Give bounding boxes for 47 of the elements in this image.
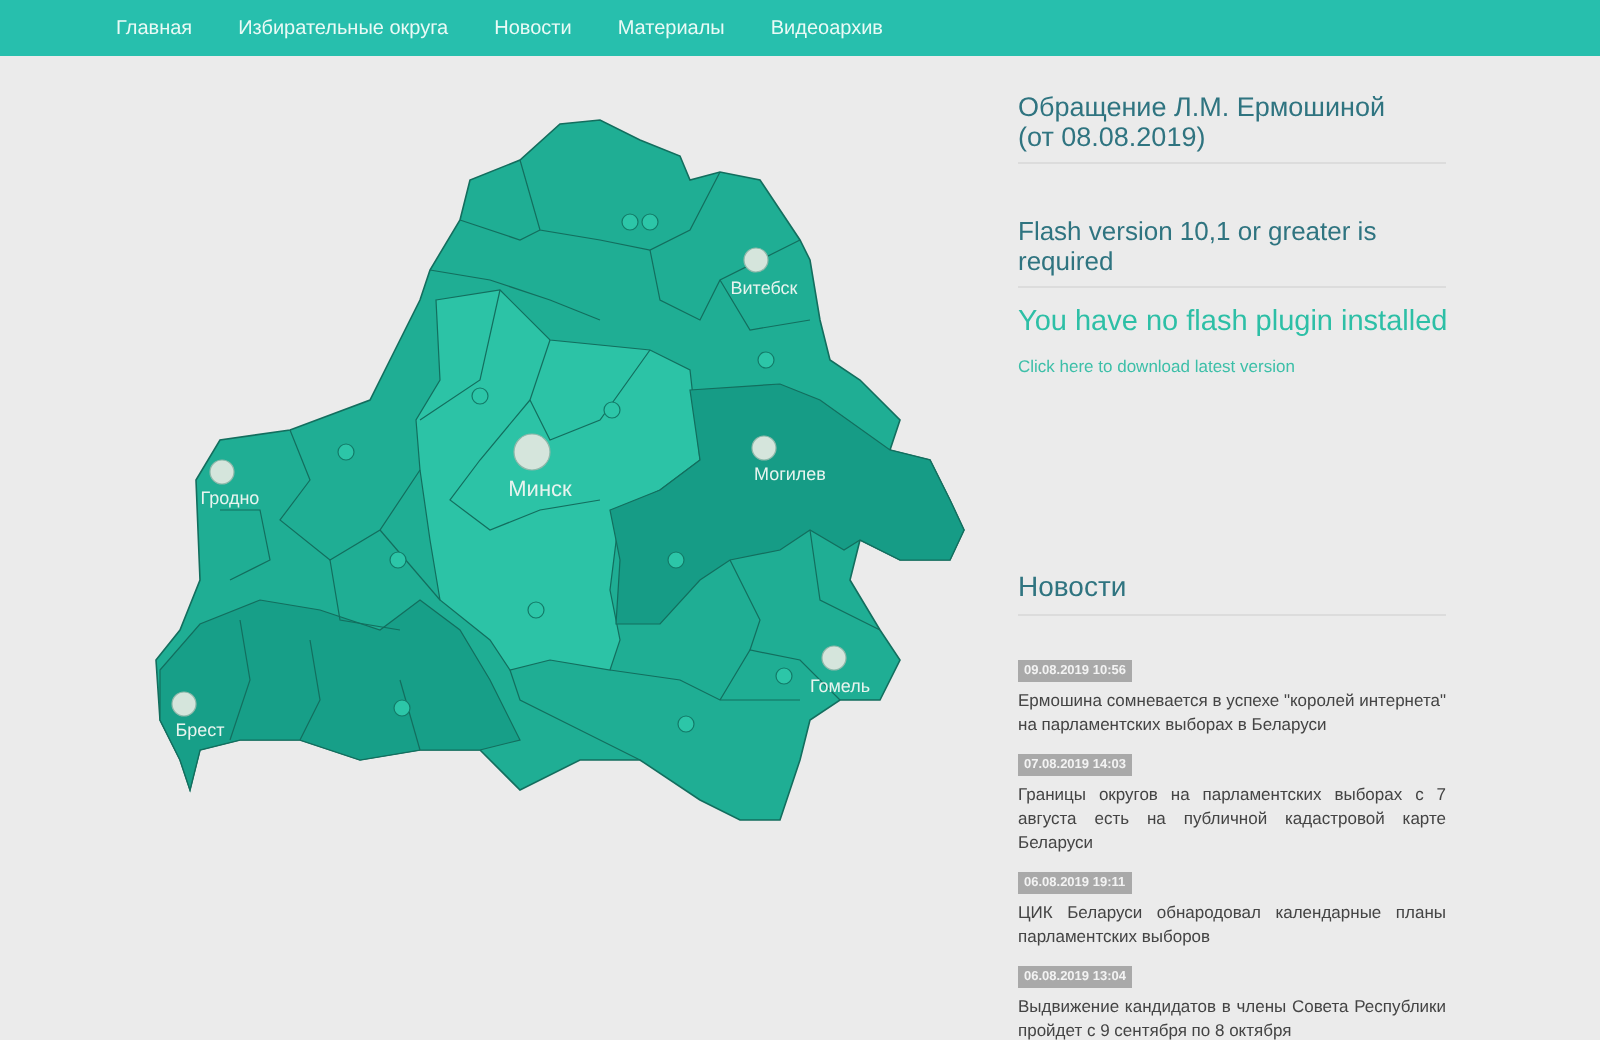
nav-link[interactable]: Видеоархив [770,17,883,39]
news-headline[interactable]: ЦИК Беларуси обнародовал календарные планы парламентских выборов [1018,900,1446,948]
district-marker-icon[interactable] [667,551,685,569]
nav-link[interactable]: Материалы [617,17,725,39]
district-marker-icon[interactable] [641,213,659,231]
district-border-line [219,509,271,581]
city-marker-icon[interactable] [513,433,551,471]
region-area[interactable] [159,599,521,793]
district-marker-icon[interactable] [757,351,775,369]
district-border-line [529,339,651,441]
city-label: Могилев [754,464,826,484]
district-marker-icon[interactable] [527,601,545,619]
region-area[interactable] [609,383,965,625]
city-marker-icon[interactable] [209,459,235,485]
region-area[interactable] [415,289,701,671]
nav-link[interactable]: Избирательные округа [238,17,449,39]
nav-link[interactable]: Главная [116,17,193,39]
district-border-line [229,619,251,741]
district-marker-icon[interactable] [471,387,489,405]
district-marker-icon[interactable] [337,443,355,461]
download-link[interactable]: Click here to download latest version [1018,356,1295,376]
district-marker-icon[interactable] [603,401,621,419]
city-label: Гродно [200,488,260,508]
district-marker-icon[interactable] [621,213,639,231]
flash-message: You have no flash plugin installed [1018,306,1450,338]
city-marker-icon[interactable] [751,435,777,461]
news-headline[interactable]: Границы округов на парламентских выборах с 7 августа есть на публичной кадастровой карте Беларуси [1018,782,1446,854]
district-marker-icon[interactable] [393,699,411,717]
news-headline[interactable]: Ермошина сомневается в успехе "королей интернета" на парламентских выборах в Беларуси [1018,688,1446,736]
city-label: Витебск [730,278,798,298]
nav-link[interactable]: Новости [494,17,572,39]
city-label: Гомель [809,676,871,696]
city-label: Брест [175,720,225,740]
appeal-title[interactable]: Обращение Л.М. Ермошиной (от 08.08.2019) [1018,92,1398,152]
news-headline[interactable]: Выдвижение кандидатов в члены Совета Республики пройдет с 9 сентября по 8 октября [1018,994,1446,1040]
city-marker-icon[interactable] [821,645,847,671]
city-label: Минск [508,478,572,502]
flash-notice: Flash version 10,1 or greater is required [1018,216,1379,276]
district-border-line [399,679,421,751]
news-heading: Новости [1018,570,1129,602]
district-border-line [299,639,321,741]
district-border-line [809,529,881,631]
district-marker-icon[interactable] [775,667,793,685]
district-marker-icon[interactable] [389,551,407,569]
city-marker-icon[interactable] [171,691,197,717]
city-marker-icon[interactable] [743,247,769,273]
district-marker-icon[interactable] [677,715,695,733]
